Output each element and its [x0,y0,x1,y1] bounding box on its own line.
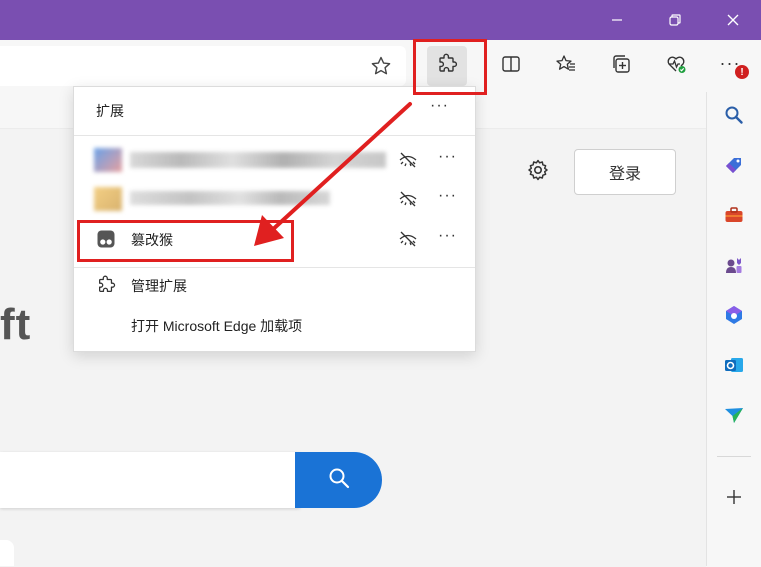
star-icon[interactable] [370,55,392,77]
favorites-icon [555,53,577,80]
title-bar [0,0,761,40]
eye-hidden-icon[interactable] [398,189,418,209]
plus-icon[interactable] [719,482,749,512]
highlight-tampermonkey-item [77,220,294,262]
split-screen-icon [500,53,522,80]
sidebar-search-icon[interactable] [719,100,749,130]
extensions-menu: 扩展 ··· ··· ··· 篡改猴 ··· 管理扩展 打开 Microsoft… [73,86,476,352]
blurred-extension-name [130,152,386,168]
heart-pulse-icon [665,53,687,80]
login-button[interactable]: 登录 [574,149,676,195]
eye-hidden-icon[interactable] [398,229,418,249]
collections-button[interactable] [601,46,641,86]
eye-hidden-icon[interactable] [398,150,418,170]
restore-icon[interactable] [652,0,698,40]
blurred-extension-name [130,191,330,205]
highlight-extensions-button [413,39,487,95]
manage-extensions-item[interactable]: 管理扩展 [74,265,475,305]
search-icon [327,466,351,495]
toolbox-icon[interactable] [719,200,749,230]
extension-more-icon[interactable]: ··· [438,227,457,245]
favorites-button[interactable] [546,46,586,86]
open-edge-addons-item[interactable]: 打开 Microsoft Edge 加载项 [74,305,475,345]
puzzle-icon [96,275,116,295]
extensions-menu-title: 扩展 [96,103,124,119]
brand-text-partial: ft [0,300,32,349]
page-widget-edge [0,540,14,566]
minimize-icon[interactable] [594,0,640,40]
split-screen-button[interactable] [491,46,531,86]
outlook-icon[interactable] [719,350,749,380]
tag-icon[interactable] [719,150,749,180]
search-input[interactable] [0,452,300,508]
gear-icon [526,158,550,187]
page-settings-button[interactable] [522,156,554,188]
extension-more-icon[interactable]: ··· [438,187,457,205]
extension-item[interactable]: ··· [74,179,475,219]
manage-extensions-label: 管理扩展 [131,278,187,294]
divider [74,135,475,136]
send-icon[interactable] [719,400,749,430]
edge-sidebar [706,92,761,566]
extensions-menu-more-icon[interactable]: ··· [430,97,449,115]
search-button[interactable] [295,452,382,508]
games-icon[interactable] [719,250,749,280]
extension-icon [94,187,122,211]
extension-more-icon[interactable]: ··· [438,148,457,166]
extension-icon [94,148,122,172]
close-icon[interactable] [710,0,756,40]
collections-icon [610,53,632,80]
extension-item[interactable]: ··· [74,140,475,180]
notification-badge: ! [735,65,749,79]
browser-essentials-button[interactable] [656,46,696,86]
copilot-icon[interactable] [719,300,749,330]
sidebar-divider [717,456,751,457]
more-button[interactable]: ··· ! [710,46,750,86]
open-edge-addons-label: 打开 Microsoft Edge 加载项 [131,318,303,334]
address-bar[interactable] [0,46,406,86]
